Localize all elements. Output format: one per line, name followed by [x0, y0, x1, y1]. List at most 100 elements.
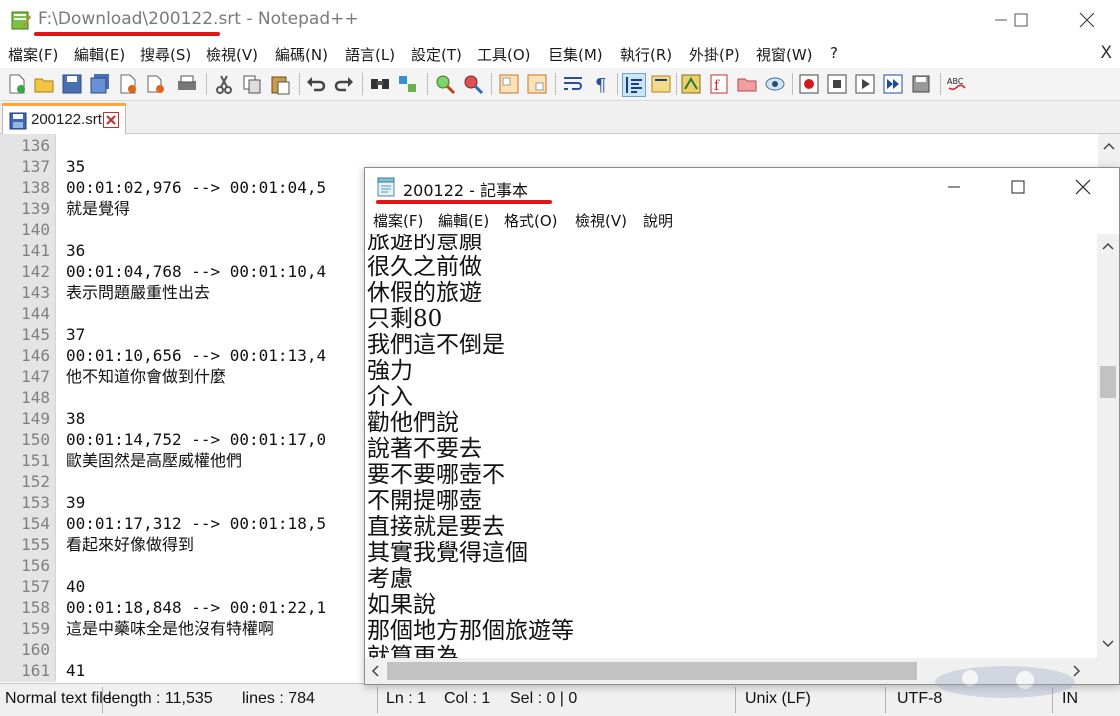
menu-edit[interactable]: 編輯(E) — [74, 44, 125, 65]
show-all-chars-icon[interactable]: ¶ — [590, 73, 612, 95]
save-icon — [9, 112, 27, 130]
word-wrap-icon[interactable] — [562, 73, 584, 95]
maximize-icon — [1014, 13, 1028, 27]
menu-file[interactable]: 檔案(F) — [8, 44, 58, 65]
line-number: 142 — [21, 262, 50, 281]
code-line: 00:01:17,312 --> 00:01:18,5 — [66, 514, 327, 533]
sync-horizontal-icon[interactable] — [526, 73, 548, 95]
copy-icon[interactable] — [241, 73, 263, 95]
line-number: 150 — [21, 430, 50, 449]
zoom-in-icon[interactable] — [434, 73, 456, 95]
notepad-app-icon — [377, 177, 395, 197]
zoom-out-icon[interactable] — [462, 73, 484, 95]
menu-plugins[interactable]: 外掛(P) — [689, 44, 740, 65]
scroll-up-icon[interactable] — [1102, 242, 1114, 250]
save-all-icon[interactable] — [89, 73, 111, 95]
np-menu-help[interactable]: 說明 — [643, 210, 673, 231]
notepad-close-button[interactable] — [1051, 168, 1115, 206]
code-line: 歐美固然是高壓威權他們 — [66, 451, 243, 470]
menu-search[interactable]: 搜尋(S) — [140, 44, 191, 65]
code-line: 00:01:18,848 --> 00:01:22,1 — [66, 598, 327, 617]
notepad-text-line: 直接就是要去 — [367, 514, 505, 540]
print-icon[interactable] — [176, 73, 198, 95]
notepad-maximize-button[interactable] — [986, 168, 1050, 206]
menu-tools[interactable]: 工具(O) — [477, 44, 531, 65]
cut-icon[interactable] — [213, 73, 235, 95]
notepad-text-area[interactable]: 旅遊的意願 很久之前做 休假的旅遊 只剩80 我們這不倒是 強力 介入 勸他們說 說著不要去 要不… — [365, 234, 1097, 658]
sync-vertical-icon[interactable] — [498, 73, 520, 95]
np-menu-edit[interactable]: 編輯(E) — [438, 210, 489, 231]
code-line: 35 — [66, 157, 86, 176]
np-menu-format[interactable]: 格式(O) — [504, 210, 558, 231]
menu-macro[interactable]: 巨集(M) — [548, 44, 603, 65]
status-separator — [377, 687, 378, 713]
notepad-window: 200122 - 記事本 檔案(F) 編輯(E) 格式(O) 檢視(V) 說明 … — [364, 167, 1120, 685]
folder-workspace-icon[interactable] — [736, 73, 758, 95]
np-menu-file[interactable]: 檔案(F) — [373, 210, 423, 231]
close-all-icon[interactable] — [145, 73, 167, 95]
tab-200122-srt[interactable]: 200122.srt — [2, 103, 126, 134]
menu-window[interactable]: 視窗(W) — [756, 44, 813, 65]
np-menu-view[interactable]: 檢視(V) — [575, 210, 627, 231]
scroll-down-icon[interactable] — [1102, 640, 1114, 648]
menu-run[interactable]: 執行(R) — [620, 44, 672, 65]
spell-check-icon[interactable]: ABC — [946, 73, 968, 95]
macro-run-multiple-icon[interactable] — [882, 73, 904, 95]
macro-save-icon[interactable] — [910, 73, 932, 95]
tab-close-icon[interactable] — [103, 112, 119, 128]
menu-help[interactable]: ? — [830, 44, 838, 62]
notepad-titlebar: 200122 - 記事本 — [365, 168, 1119, 206]
new-file-icon[interactable] — [6, 73, 28, 95]
notepad-text-line: 我們這不倒是 — [367, 332, 505, 358]
close-file-icon[interactable] — [117, 73, 139, 95]
tab-label: 200122.srt — [31, 111, 102, 128]
notepad-vertical-scrollbar[interactable] — [1097, 234, 1119, 658]
notepad-text-line: 不開提哪壺 — [367, 488, 482, 514]
toolbar-separator — [362, 73, 363, 95]
function-list-icon[interactable]: f — [708, 73, 730, 95]
code-line: 他不知道你會做到什麼 — [66, 367, 227, 386]
scroll-left-icon[interactable] — [371, 665, 379, 677]
npp-close-button[interactable] — [1064, 0, 1110, 40]
macro-stop-icon[interactable] — [826, 73, 848, 95]
save-icon[interactable] — [61, 73, 83, 95]
npp-maximize-button[interactable] — [998, 0, 1044, 40]
notepad-window-title: 200122 - 記事本 — [403, 181, 529, 200]
paste-icon[interactable] — [269, 73, 291, 95]
doc-map-icon[interactable] — [680, 73, 702, 95]
line-number: 160 — [21, 640, 50, 659]
npp-doc-close-button[interactable]: X — [1100, 43, 1112, 63]
line-number: 144 — [21, 304, 50, 323]
status-separator — [885, 687, 886, 713]
notepad-vscroll-thumb[interactable] — [1100, 366, 1116, 398]
code-line: 37 — [66, 325, 86, 344]
macro-record-icon[interactable] — [798, 73, 820, 95]
toolbar-separator — [206, 73, 207, 95]
find-icon[interactable] — [369, 73, 391, 95]
status-lines: lines : 784 — [242, 690, 315, 707]
macro-play-icon[interactable] — [854, 73, 876, 95]
menu-view[interactable]: 檢視(V) — [206, 44, 258, 65]
menu-encoding[interactable]: 編碼(N) — [275, 44, 328, 65]
notepad-minimize-button[interactable] — [922, 168, 986, 206]
status-col: Col : 1 — [444, 690, 491, 707]
notepad-text-line: 考慮 — [367, 566, 413, 592]
open-file-icon[interactable] — [33, 73, 55, 95]
notepad-text-line: 旅遊的意願 — [367, 234, 482, 254]
code-line: 就是覺得 — [66, 199, 131, 218]
menu-settings[interactable]: 設定(T) — [411, 44, 462, 65]
scroll-up-icon[interactable] — [1103, 142, 1115, 150]
line-number: 153 — [21, 493, 50, 512]
undo-icon[interactable] — [305, 73, 327, 95]
redo-icon[interactable] — [333, 73, 355, 95]
indent-guide-icon[interactable] — [622, 73, 646, 97]
user-language-icon[interactable] — [650, 73, 672, 95]
site-watermark-logo — [935, 666, 1075, 698]
replace-icon[interactable] — [397, 73, 419, 95]
notepad-hscroll-thumb[interactable] — [387, 662, 917, 680]
monitoring-icon[interactable] — [764, 73, 786, 95]
npp-window-title: F:\Download\200122.srt - Notepad++ — [38, 9, 359, 29]
notepad-text-line: 要不要哪壺不 — [367, 462, 505, 488]
menu-language[interactable]: 語言(L) — [345, 44, 395, 65]
code-line: 00:01:02,976 --> 00:01:04,5 — [66, 178, 327, 197]
